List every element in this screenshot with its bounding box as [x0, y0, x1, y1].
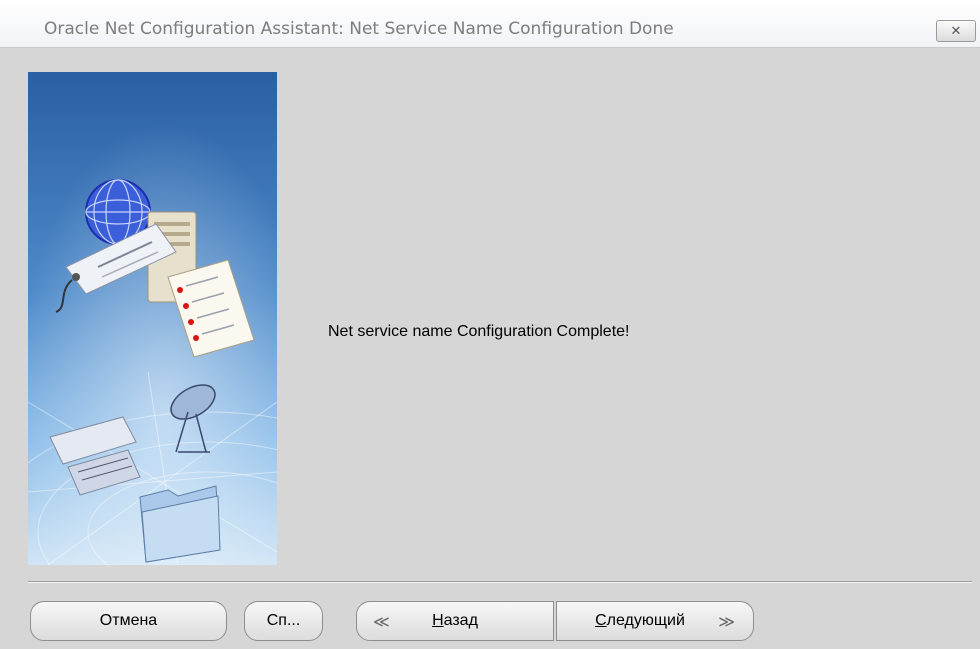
next-label-rest: ледующий [606, 612, 685, 629]
window-title: Oracle Net Configuration Assistant: Net … [44, 19, 674, 39]
title-bar: Oracle Net Configuration Assistant: Net … [0, 0, 980, 48]
network-illustration [28, 72, 277, 565]
back-label-rest: азад [443, 612, 478, 629]
completion-message: Net service name Configuration Complete! [328, 323, 630, 340]
next-mnemonic: С [595, 612, 607, 629]
next-button[interactable]: Следующий ≫ [556, 601, 754, 641]
next-label: Следующий [595, 612, 685, 630]
back-label: Назад [432, 612, 478, 630]
double-chevron-right-icon: ≫ [718, 614, 735, 631]
cancel-button[interactable]: Отмена [30, 601, 227, 641]
back-mnemonic: Н [432, 612, 444, 629]
double-chevron-left-icon: ≪ [373, 614, 390, 631]
close-icon: ✕ [950, 23, 962, 38]
wizard-body: Net service name Configuration Complete!… [0, 48, 980, 649]
button-separator [28, 581, 972, 582]
folder-icon [139, 485, 221, 563]
help-button[interactable]: Сп... [244, 601, 323, 641]
wizard-side-illustration [28, 72, 277, 565]
back-button[interactable]: ≪ Назад [356, 601, 554, 641]
close-button[interactable]: ✕ [936, 20, 976, 42]
